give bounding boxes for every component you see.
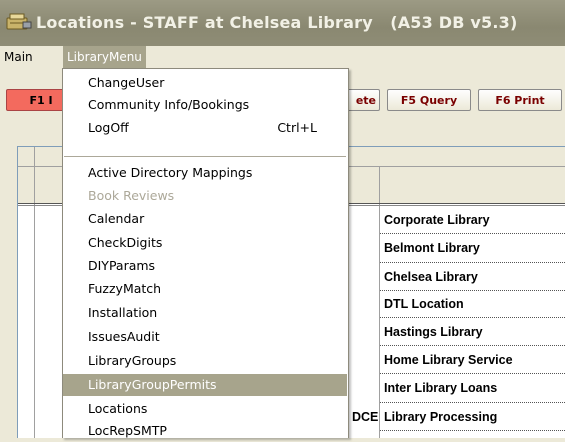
menu-item-issuesaudit[interactable]: IssuesAudit <box>63 326 347 348</box>
menu-item-locrepsmtp[interactable]: LocRepSMTP <box>63 420 347 442</box>
grid-cell-location[interactable]: Home Library Service <box>383 348 513 374</box>
menu-item-label: LogOff <box>88 120 129 135</box>
grid-row-divider <box>380 402 565 403</box>
menu-item-logoff[interactable]: LogOff Ctrl+L <box>63 117 347 139</box>
grid-cell-code[interactable]: DCE <box>352 405 378 429</box>
menu-librarymenu[interactable]: LibraryMenu <box>63 46 146 68</box>
menu-item-active-directory-mappings[interactable]: Active Directory Mappings <box>63 162 347 184</box>
menu-item-shortcut: Ctrl+L <box>277 120 317 135</box>
menu-item-fuzzymatch[interactable]: FuzzyMatch <box>63 278 347 300</box>
window-title-bar: Locations - STAFF at Chelsea Library (A5… <box>0 0 565 46</box>
f6-print-button[interactable]: F6 Print <box>478 89 562 111</box>
menu-item-checkdigits[interactable]: CheckDigits <box>63 232 347 254</box>
grid-cell-location[interactable]: Belmont Library <box>383 236 480 262</box>
menu-main[interactable]: Main <box>0 46 37 68</box>
grid-row-divider <box>380 262 565 263</box>
menu-separator <box>64 156 346 157</box>
grid-column-divider <box>379 166 380 438</box>
grid-cell-location[interactable]: Chelsea Library <box>383 265 478 291</box>
menu-item-librarygrouppermits[interactable]: LibraryGroupPermits <box>63 374 347 396</box>
grid-row-selector-divider <box>34 147 35 438</box>
menu-item-changeuser[interactable]: ChangeUser <box>63 72 347 94</box>
menu-item-calendar[interactable]: Calendar <box>63 208 347 230</box>
menu-item-community-info[interactable]: Community Info/Bookings <box>63 94 347 116</box>
grid-cell-location[interactable]: Corporate Library <box>383 208 490 234</box>
grid-row-divider <box>380 233 565 234</box>
menu-item-installation[interactable]: Installation <box>63 302 347 324</box>
grid-row-divider <box>380 317 565 318</box>
grid-row-divider <box>380 290 565 291</box>
grid-cell-location[interactable]: Library Processing <box>383 405 497 431</box>
window-title: Locations - STAFF at Chelsea Library (A5… <box>36 13 518 32</box>
menu-item-book-reviews: Book Reviews <box>88 188 175 203</box>
grid-row-divider <box>380 345 565 346</box>
grid-cell-location[interactable]: DTL Location <box>383 292 464 318</box>
menu-item-diyparams[interactable]: DIYParams <box>63 255 347 277</box>
menu-item-locations[interactable]: Locations <box>63 398 347 420</box>
menu-item-librarygroups[interactable]: LibraryGroups <box>63 350 347 372</box>
grid-cell-location[interactable]: Inter Library Loans <box>383 376 497 402</box>
grid-row-divider <box>380 373 565 374</box>
grid-row-divider <box>380 430 565 431</box>
grid-cell-location[interactable]: Hastings Library <box>383 320 483 346</box>
locations-app-icon <box>6 13 32 30</box>
f5-query-button[interactable]: F5 Query <box>387 89 471 111</box>
